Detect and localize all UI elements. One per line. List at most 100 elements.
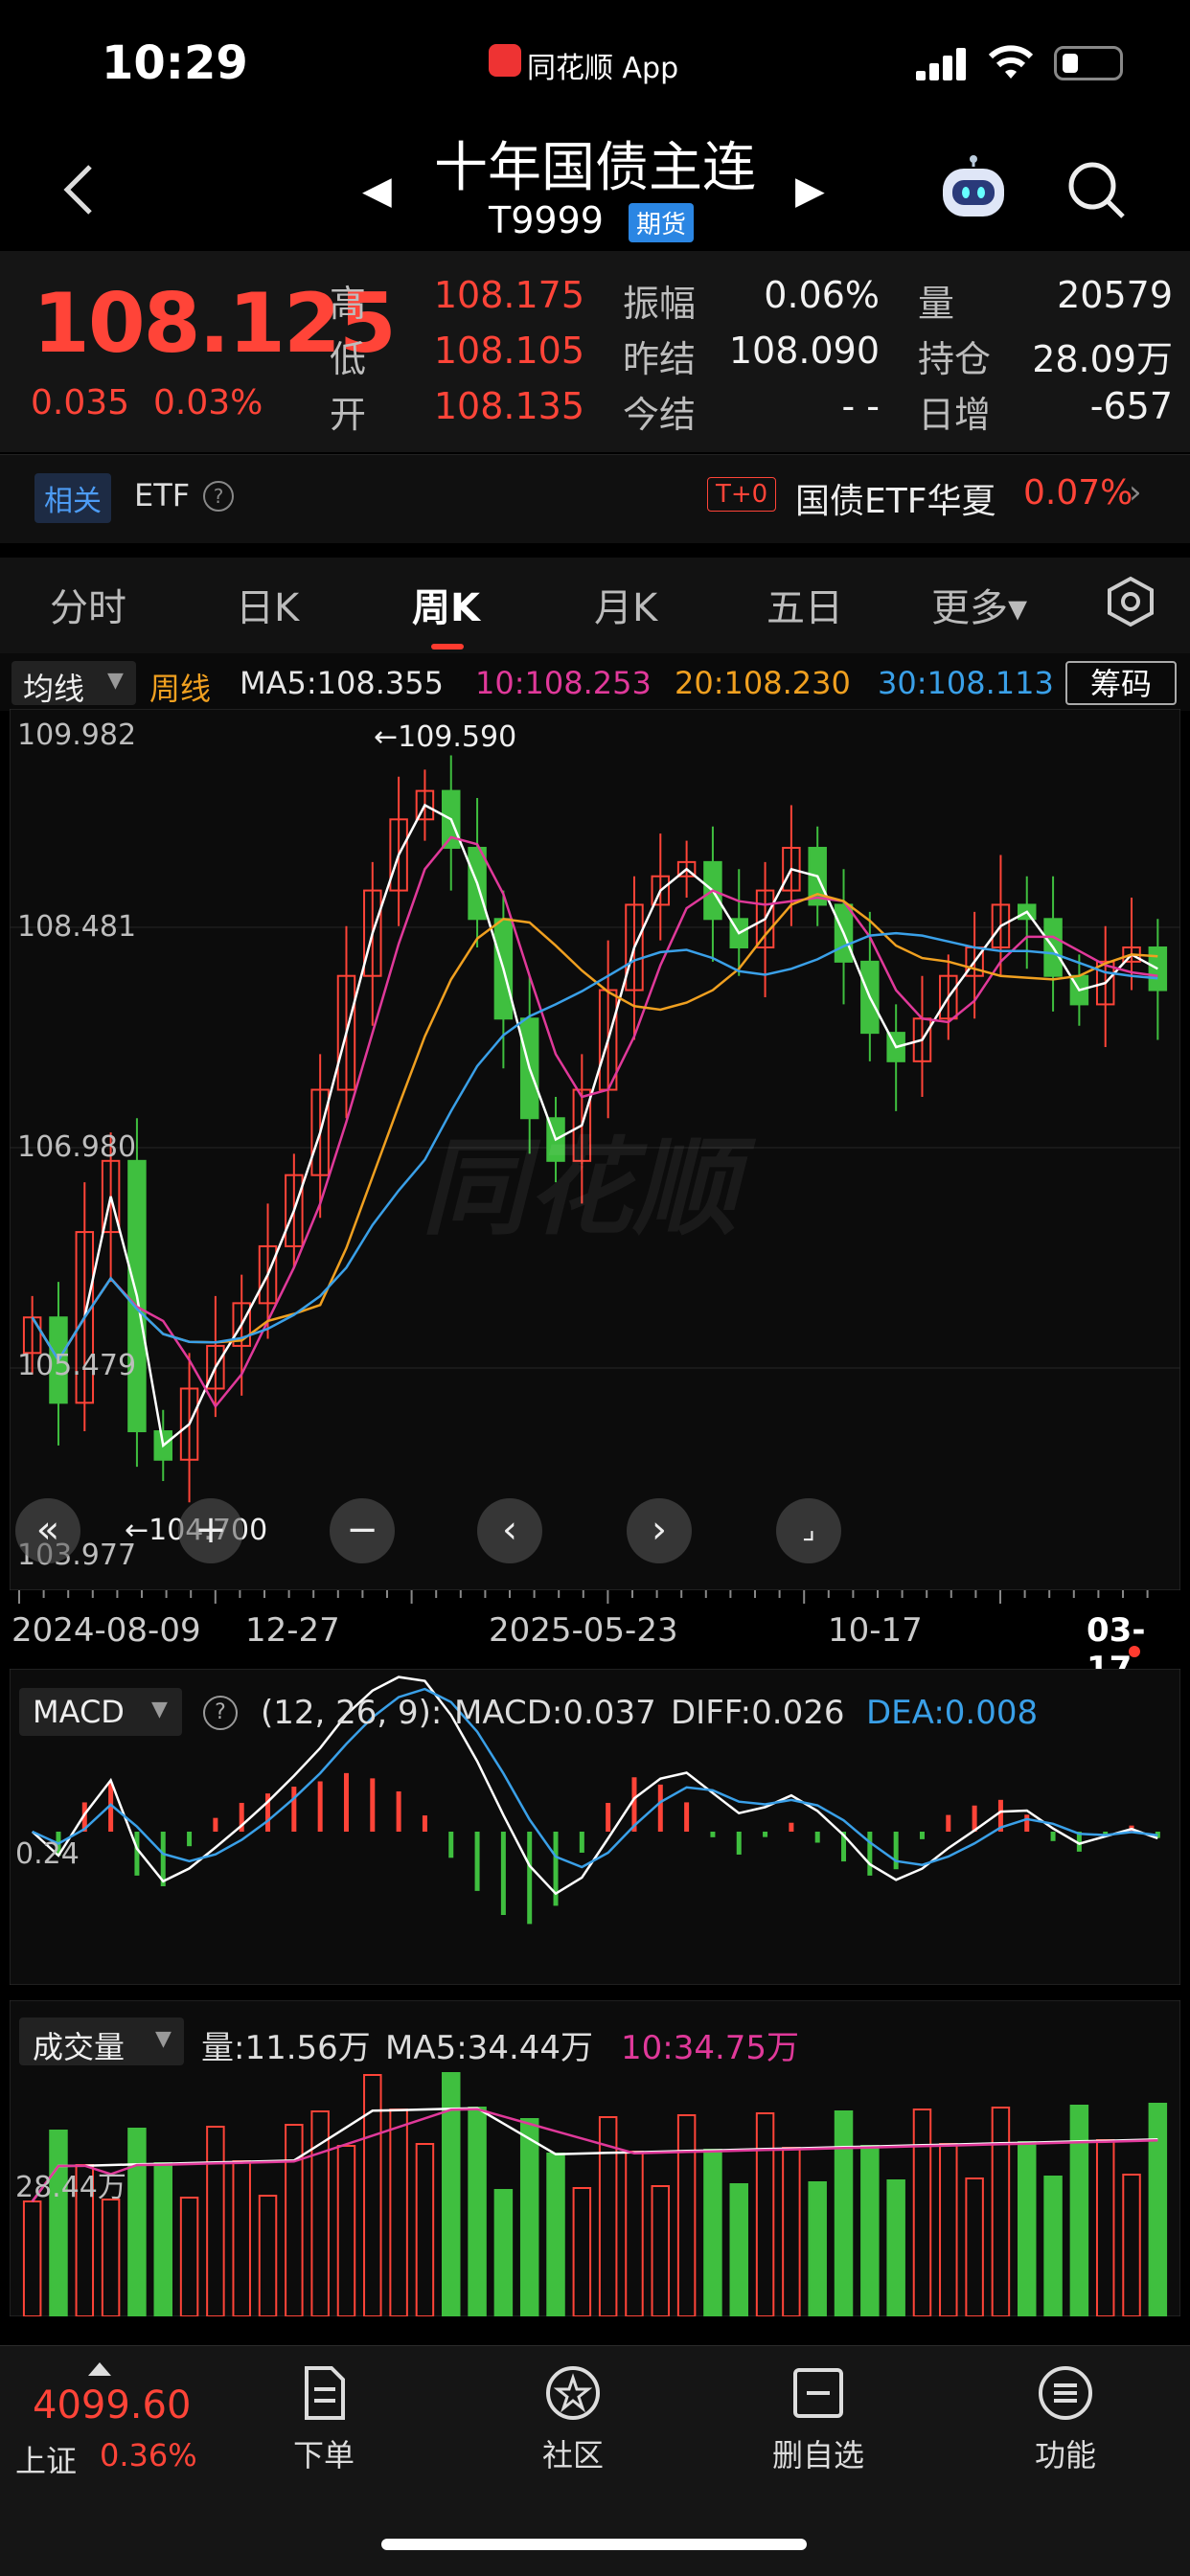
tab-more[interactable]: 更多▾ [931, 577, 1027, 632]
tab-intraday[interactable]: 分时 [50, 577, 126, 632]
etf-name[interactable]: 国债ETF华夏 [795, 473, 995, 523]
tab-weekly-k[interactable]: 周K [412, 577, 480, 632]
tab-monthly-k[interactable]: 月K [594, 577, 657, 632]
open-value: 108.135 [433, 385, 584, 427]
tab-five-day[interactable]: 五日 [767, 577, 843, 632]
chevron-down-icon: ▼ [155, 2027, 172, 2051]
volume-y-label: 28.44万 [15, 2171, 126, 2204]
scroll-left-fast-icon[interactable]: « [15, 1498, 80, 1563]
date-label: 2025-05-23 [489, 1611, 678, 1650]
low-value: 108.105 [433, 330, 584, 372]
up-arrow-icon [88, 2362, 111, 2376]
remove-watchlist-icon [793, 2368, 843, 2418]
ma20-value: 20:108.230 [675, 665, 851, 701]
app-logo-icon [489, 44, 521, 77]
watermark: 同花顺 [422, 1127, 738, 1249]
page-title: 十年国债主连 [434, 137, 756, 199]
index-name: 上证 [15, 2443, 78, 2479]
volume-value: 量:11.56万 [201, 2029, 371, 2067]
date-label: 10-17 [828, 1611, 923, 1650]
help-icon[interactable]: ? [203, 481, 234, 512]
amplitude-value: 0.06% [764, 274, 880, 316]
zoom-out-icon[interactable]: − [330, 1498, 395, 1563]
app-label: 同花顺 App [527, 52, 679, 85]
volume-selector[interactable]: 成交量 ▼ [19, 2017, 184, 2065]
nav-label: 功能 [1034, 2437, 1096, 2473]
indicator-selector[interactable]: 均线 ▼ [11, 661, 136, 707]
home-indicator [381, 2539, 807, 2550]
zoom-in-icon[interactable]: + [178, 1498, 243, 1563]
volume-bar [1069, 2105, 1089, 2316]
functions-menu-icon [1039, 2366, 1092, 2420]
fullscreen-icon[interactable]: ⌟ [776, 1498, 841, 1563]
price-change-pct: 0.03% [153, 383, 263, 422]
ma5-value: MA5:108.355 [240, 665, 444, 701]
volume-bar [886, 2179, 905, 2316]
etf-label: ETF [134, 477, 191, 513]
date-label: 12-27 [245, 1611, 340, 1650]
y-axis-max: 109.982 [17, 718, 137, 752]
search-icon[interactable] [1065, 159, 1127, 220]
volume-bar [127, 2128, 147, 2316]
nav-community[interactable]: 社区 [506, 2362, 640, 2475]
next-contract-button[interactable]: ▶ [795, 169, 825, 213]
candle-body [1148, 946, 1168, 992]
period-label: 周线 [149, 671, 212, 707]
open-interest-value: 28.09万 [1032, 338, 1173, 380]
assistant-robot-icon[interactable] [937, 155, 1010, 220]
scroll-right-icon[interactable]: › [627, 1498, 692, 1563]
volume-bar [546, 2153, 565, 2316]
related-tag: 相关 [34, 473, 111, 523]
macd-selector[interactable]: MACD ▼ [19, 1688, 182, 1736]
volume-chart[interactable] [10, 2000, 1180, 2316]
volume-bar [834, 2110, 854, 2316]
volume-bar [49, 2130, 68, 2316]
nav-functions[interactable]: 功能 [998, 2362, 1133, 2475]
volume-bar [860, 2145, 880, 2316]
cellular-signal-icon [916, 48, 970, 80]
back-icon[interactable] [59, 161, 98, 218]
volume-selector-label: 成交量 [33, 2029, 126, 2065]
ma10-value: 10:108.253 [475, 665, 652, 701]
volume-bar [493, 2189, 514, 2316]
y-axis-upper: 108.481 [17, 910, 137, 944]
macd-selector-label: MACD [33, 1694, 125, 1730]
index-value[interactable]: 4099.60 [33, 2383, 191, 2428]
price-change: 0.035 [31, 383, 130, 422]
volume-bar [1018, 2141, 1037, 2316]
volume-value: 20579 [1057, 274, 1173, 316]
wifi-icon [988, 45, 1034, 79]
daily-change-value: -657 [1089, 385, 1173, 427]
volume-bar [808, 2181, 827, 2316]
chevron-down-icon: ▼ [107, 669, 124, 693]
t0-tag: T+0 [707, 477, 777, 512]
y-axis-mid: 106.980 [17, 1130, 137, 1164]
community-star-icon [546, 2366, 600, 2420]
nav-order[interactable]: 下单 [257, 2362, 391, 2475]
volume-bar [519, 2118, 539, 2316]
futures-badge: 期货 [629, 203, 695, 242]
index-change-pct: 0.36% [100, 2437, 197, 2473]
chevron-right-icon[interactable]: › [1129, 473, 1142, 512]
help-icon[interactable]: ? [203, 1696, 238, 1730]
chevron-down-icon: ▼ [151, 1698, 168, 1721]
volume-bar [153, 2162, 172, 2316]
amplitude-label: 振幅 [623, 283, 697, 325]
volume-bar [1043, 2176, 1063, 2316]
scroll-left-icon[interactable]: ‹ [477, 1498, 542, 1563]
dea-value: DEA:0.008 [866, 1694, 1039, 1732]
settings-hexagon-icon[interactable] [1104, 575, 1157, 628]
date-label: 2024-08-09 [11, 1611, 201, 1650]
nav-remove-watchlist[interactable]: 删自选 [751, 2362, 885, 2475]
low-label: 低 [330, 338, 367, 380]
macd-params: (12, 26, 9): [261, 1694, 443, 1732]
chips-button[interactable]: 筹码 [1065, 661, 1177, 705]
volume-bar [1148, 2103, 1168, 2316]
volume-bar [468, 2107, 487, 2316]
battery-icon [1054, 46, 1123, 80]
volume-label: 量 [918, 283, 955, 325]
nav-label: 删自选 [771, 2437, 864, 2473]
prev-contract-button[interactable]: ◀ [362, 169, 392, 213]
tab-daily-k[interactable]: 日K [236, 577, 299, 632]
diff-value: DIFF:0.026 [671, 1694, 845, 1732]
